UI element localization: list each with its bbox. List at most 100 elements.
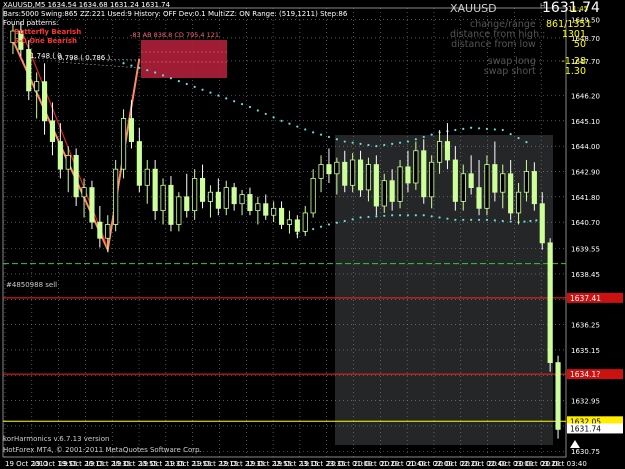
- symbol-line: XAUUSD,M5 1634.54 1634.68 1631.24 1631.7…: [3, 1, 171, 9]
- candle-body: [515, 191, 522, 214]
- parabolic-dot: [517, 136, 520, 140]
- parabolic-dot: [233, 100, 236, 103]
- parabolic-dot: [523, 220, 526, 223]
- parabolic-dot: [454, 128, 457, 132]
- chart-shift-icon: [570, 440, 580, 448]
- parabolic-dot: [383, 214, 386, 217]
- candle-body: [444, 141, 451, 161]
- parabolic-dot: [335, 221, 338, 224]
- y-tick-label: 1638.45: [571, 271, 600, 279]
- candle-body: [57, 141, 63, 170]
- candle-body: [508, 173, 514, 214]
- parabolic-dot: [312, 131, 315, 134]
- parabolic-dot: [248, 105, 252, 109]
- candle-body: [168, 184, 174, 225]
- parabolic-dot: [335, 138, 338, 141]
- parabolic-dot: [367, 143, 370, 147]
- parabolic-dot: [201, 88, 204, 91]
- parabolic-dot: [470, 218, 473, 221]
- candle-body: [89, 187, 95, 223]
- parabolic-dot: [462, 127, 465, 130]
- parabolic-dot: [367, 215, 370, 219]
- parabolic-dot: [375, 215, 378, 218]
- candle-body: [342, 161, 348, 186]
- candle-body: [373, 164, 379, 207]
- panel-hi-value: 11:45: [568, 5, 589, 13]
- parabolic-dot: [430, 215, 433, 218]
- parabolic-dot: [501, 219, 504, 223]
- candle-body: [41, 81, 48, 122]
- price-tag-label: 1634.1?: [570, 370, 600, 379]
- y-tick-label: 1630.75: [571, 448, 600, 456]
- footer-indicator: korHarmonics v.6.7.13 version: [3, 435, 110, 443]
- parabolic-dot: [272, 116, 275, 119]
- parabolic-dot: [391, 142, 394, 145]
- parabolic-dot: [462, 218, 465, 221]
- parabolic-dot: [438, 216, 441, 219]
- parabolic-dot: [509, 220, 512, 223]
- parabolic-dot: [154, 71, 157, 74]
- zone-label: -83 AB 838.8 CD 795.4 121: [130, 31, 220, 39]
- y-tick-label: 1642.90: [571, 168, 600, 176]
- parabolic-dot: [319, 133, 323, 136]
- candle-body: [452, 159, 458, 202]
- parabolic-dot: [422, 214, 425, 217]
- candle-body: [207, 191, 214, 202]
- zigzag-line: [12, 39, 141, 254]
- candle-body: [176, 196, 182, 225]
- candle-body: [539, 203, 545, 244]
- candle-body: [113, 168, 119, 225]
- candle-body: [421, 150, 427, 198]
- candle-body: [49, 120, 56, 142]
- candle-body: [484, 164, 490, 209]
- x-tick-label: 20 Oct 03:40: [541, 460, 587, 468]
- parabolic-dot: [351, 141, 354, 144]
- info-panel: XAUUSD Hi 1631.74 11:45 change/range :86…: [450, 0, 600, 77]
- parabolic-dot: [161, 74, 165, 77]
- parabolic-dot: [122, 62, 125, 65]
- candle-body: [326, 164, 332, 175]
- chart-window: 1649.50 1648.70 1647.70 1646.20 1645.10 1644.…: [0, 0, 625, 469]
- parabolic-dot: [446, 217, 449, 220]
- order-label: #4850988 sell: [6, 281, 58, 289]
- candle-body: [286, 219, 293, 225]
- parabolic-dot: [256, 109, 259, 112]
- candle-body: [460, 173, 466, 202]
- candle-body: [136, 141, 142, 186]
- parabolic-dot: [146, 69, 149, 72]
- y-tick-label: 1640.70: [571, 219, 600, 227]
- candle-body: [523, 171, 530, 193]
- candle-body: [184, 196, 190, 212]
- candle-body: [318, 164, 324, 179]
- parabolic-dot: [327, 135, 331, 139]
- panel-row-value: 50: [573, 39, 586, 50]
- candle-body: [302, 212, 308, 232]
- parabolic-dot: [398, 214, 402, 217]
- candle-body: [120, 118, 127, 170]
- candle-body: [192, 177, 198, 212]
- candle-body: [73, 154, 79, 198]
- y-tick-label: 1632.95: [571, 398, 600, 406]
- parabolic-dot: [509, 132, 512, 136]
- candle-body: [247, 194, 253, 212]
- ratio-label-1: 1.748 ( 0: [30, 52, 62, 60]
- parabolic-dot: [493, 128, 496, 131]
- parabolic-dot: [485, 127, 489, 130]
- parabolic-dot: [493, 219, 496, 222]
- candle-body: [255, 203, 261, 212]
- candle-body: [334, 161, 340, 175]
- parabolic-dot: [525, 141, 528, 144]
- candle-body: [350, 159, 356, 186]
- panel-row-label: swap short :: [483, 66, 542, 77]
- parabolic-dot: [169, 77, 173, 80]
- candle-body: [405, 166, 411, 184]
- panel-row-label: distance from low :: [451, 39, 542, 50]
- parabolic-dot: [529, 219, 532, 223]
- price-tag-label: 1637.41: [570, 294, 601, 303]
- parabolic-dot: [477, 127, 481, 130]
- candle-body: [65, 154, 71, 170]
- parabolic-dot: [193, 85, 196, 88]
- candle-body: [476, 187, 482, 209]
- parabolic-dot: [359, 216, 362, 219]
- candle-body: [263, 203, 269, 216]
